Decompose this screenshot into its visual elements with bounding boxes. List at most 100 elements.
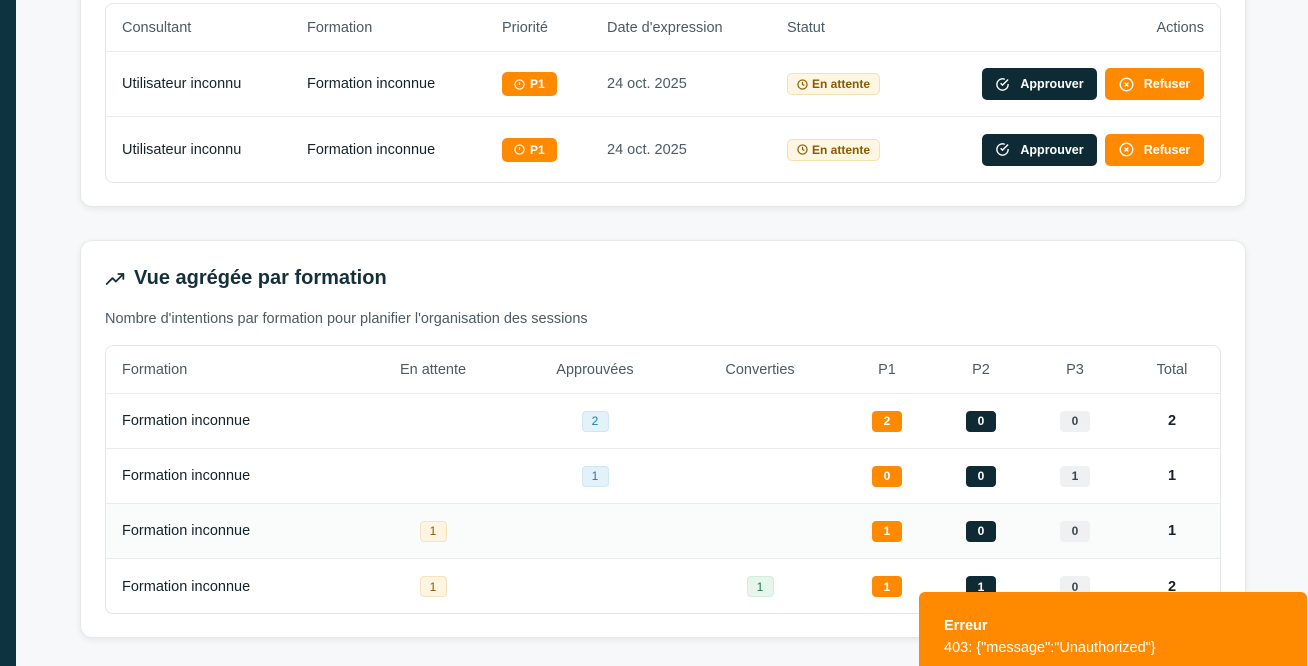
formation-name: Formation inconnue xyxy=(122,468,251,484)
refuse-button[interactable]: Refuser xyxy=(1105,68,1204,100)
header-p3: P3 xyxy=(1066,361,1084,378)
formation-name: Formation inconnue xyxy=(122,413,251,429)
converted-count: 1 xyxy=(746,576,774,597)
status-cell: En attente xyxy=(787,52,881,116)
p1-cell: 0 xyxy=(857,449,917,503)
refuse-button[interactable]: Refuser xyxy=(1105,133,1204,166)
expression-date: 24 oct. 2025 xyxy=(607,76,687,92)
approve-label: Approuver xyxy=(1020,142,1084,157)
priority-cell: P1 xyxy=(502,52,557,116)
refuse-label: Refuser xyxy=(1143,142,1191,157)
clock-icon xyxy=(797,78,808,90)
header-converted: Converties xyxy=(725,361,795,378)
p1-cell: 1 xyxy=(857,504,917,558)
trending-up-icon xyxy=(105,272,125,285)
actions-cell: Approuver Refuser xyxy=(982,117,1204,182)
p2-cell: 0 xyxy=(951,394,1011,448)
p3-count: 0 xyxy=(1060,410,1090,432)
priority-badge: P1 xyxy=(502,137,557,162)
section-title: Vue agrégée par formation xyxy=(105,267,387,290)
pending-cell: 1 xyxy=(358,559,508,613)
priority-cell: P1 xyxy=(502,117,557,182)
p2-count: 0 xyxy=(966,410,996,432)
header-approved: Approuvées xyxy=(556,361,634,378)
converted-cell: 1 xyxy=(685,559,835,613)
header-total: Total xyxy=(1156,361,1188,378)
status-badge: En attente xyxy=(787,73,881,95)
section-subtitle: Nombre d'intentions par formation pour p… xyxy=(105,311,588,327)
x-circle-icon xyxy=(1119,142,1134,157)
toast-message: 403: {"message":"Unauthorized"} xyxy=(944,640,1156,656)
p3-count: 1 xyxy=(1060,465,1090,487)
header-pending: En attente xyxy=(399,361,467,378)
sidebar xyxy=(0,0,16,666)
status-cell: En attente xyxy=(787,117,881,182)
p2-count: 0 xyxy=(966,520,996,542)
error-toast[interactable]: Erreur 403: {"message":"Unauthorized"} xyxy=(919,592,1307,666)
priority-label: P1 xyxy=(530,77,545,91)
table-row: Utilisateur inconnu Formation inconnue P… xyxy=(106,52,1220,117)
status-label: En attente xyxy=(812,142,871,157)
header-p1: P1 xyxy=(878,361,896,378)
priority-badge: P1 xyxy=(502,72,557,96)
aggregate-card: Vue agrégée par formation Nombre d'inten… xyxy=(80,240,1246,638)
table-header-row: Consultant Formation Priorité Date d'exp… xyxy=(106,4,1220,52)
pending-count: 1 xyxy=(419,576,447,597)
table-header-row: Formation En attente Approuvées Converti… xyxy=(106,346,1220,394)
formation-name: Formation inconnue xyxy=(122,578,251,595)
alert-circle-icon xyxy=(514,78,525,90)
total-count: 2 xyxy=(1167,413,1177,429)
x-circle-icon xyxy=(1119,77,1134,91)
check-circle-icon xyxy=(996,77,1010,91)
approved-cell: 1 xyxy=(520,449,670,503)
p1-cell: 2 xyxy=(857,394,917,448)
p1-count: 2 xyxy=(872,410,902,432)
priority-label: P1 xyxy=(530,142,545,157)
header-consultant: Consultant xyxy=(122,19,192,36)
table-row: Formation inconnue 2 2 0 0 2 xyxy=(106,394,1220,449)
p1-cell: 1 xyxy=(857,559,917,613)
total-count: 1 xyxy=(1167,523,1177,539)
expression-date: 24 oct. 2025 xyxy=(607,141,687,158)
table-row: Utilisateur inconnu Formation inconnue P… xyxy=(106,117,1220,182)
p3-count: 0 xyxy=(1060,520,1090,542)
approve-button[interactable]: Approuver xyxy=(982,68,1097,100)
p1-count: 0 xyxy=(872,465,902,487)
header-p2: P2 xyxy=(972,361,990,378)
p2-cell: 0 xyxy=(951,504,1011,558)
header-formation: Formation xyxy=(307,19,373,36)
header-formation: Formation xyxy=(122,361,188,378)
check-circle-icon xyxy=(996,143,1010,156)
section-title-text: Vue agrégée par formation xyxy=(134,267,387,289)
p1-count: 1 xyxy=(872,576,902,597)
clock-icon xyxy=(797,144,808,155)
p3-cell: 0 xyxy=(1045,394,1105,448)
refuse-label: Refuser xyxy=(1143,77,1191,91)
approved-count: 1 xyxy=(581,465,609,487)
aggregate-table: Formation En attente Approuvées Converti… xyxy=(105,345,1221,614)
table-row: Formation inconnue 1 1 0 0 1 xyxy=(106,504,1220,559)
p3-cell: 1 xyxy=(1045,449,1105,503)
p2-cell: 0 xyxy=(951,449,1011,503)
p1-count: 1 xyxy=(872,520,902,542)
status-label: En attente xyxy=(812,77,871,91)
approved-count: 2 xyxy=(581,410,609,432)
approve-button[interactable]: Approuver xyxy=(982,133,1097,166)
consultant-name: Utilisateur inconnu xyxy=(122,76,242,92)
consultant-name: Utilisateur inconnu xyxy=(122,141,242,158)
header-status: Statut xyxy=(787,19,825,36)
formation-name: Formation inconnue xyxy=(307,141,436,158)
formation-name: Formation inconnue xyxy=(122,523,251,539)
status-badge: En attente xyxy=(787,138,881,161)
p3-cell: 0 xyxy=(1045,504,1105,558)
pending-cell: 1 xyxy=(358,504,508,558)
total-count: 1 xyxy=(1167,468,1177,484)
pending-count: 1 xyxy=(419,520,447,542)
header-actions: Actions xyxy=(1156,19,1204,36)
actions-cell: Approuver Refuser xyxy=(982,52,1204,116)
requests-table: Consultant Formation Priorité Date d'exp… xyxy=(105,3,1221,183)
header-date: Date d'expression xyxy=(607,19,723,36)
alert-circle-icon xyxy=(514,144,525,155)
formation-name: Formation inconnue xyxy=(307,76,436,92)
table-row: Formation inconnue 1 0 0 1 1 xyxy=(106,449,1220,504)
